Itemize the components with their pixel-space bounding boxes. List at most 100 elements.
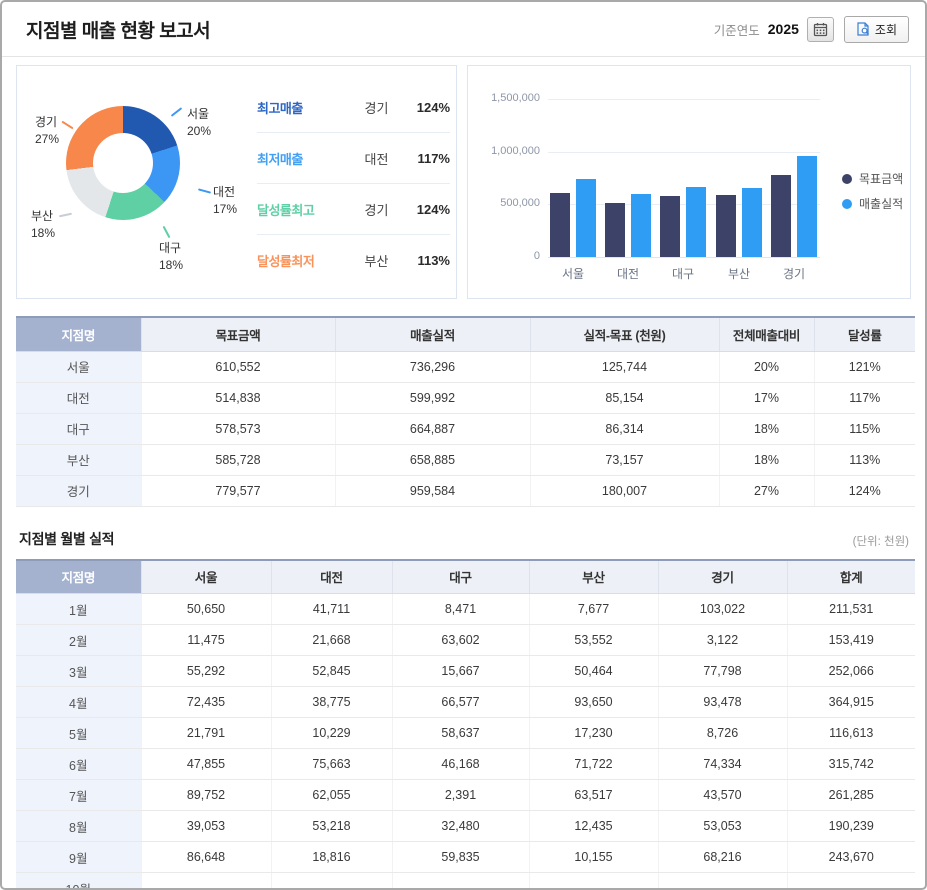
monthly-section-title: 지점별 월별 실적 [19,530,115,547]
cell: 21,791 [140,717,271,749]
page-title: 지점별 매출 현황 보고서 [26,20,211,42]
donut-label-gyeonggi: 경기 27% [35,115,60,146]
stat-label: 최고매출 [257,100,303,116]
cell: 124% [813,475,915,507]
cell: 68,216 [657,841,787,873]
cell: 8,726 [657,717,787,749]
cell: 17,230 [528,717,658,749]
table-row: 경기 779,577 959,584 180,007 27% 124% [16,475,915,507]
cell: 658,885 [334,444,530,476]
cell: 315,742 [786,748,915,780]
stat-value: 117% [417,150,450,166]
cell: 7,677 [528,593,658,625]
cell: 116,613 [786,717,915,749]
cell: 12,435 [528,810,658,842]
cell: 93,478 [657,686,787,718]
cell: 63,602 [391,624,529,656]
cell: 86,314 [529,413,719,445]
cell: 121% [813,351,915,383]
header-bar: 지점별 매출 현황 보고서 기준연도 2025 조회 [2,2,925,57]
table-header-row: 지점명 목표금액 매출실적 실적-목표 (천원) 전체매출대비 달성률 [16,316,915,352]
cell: 50,464 [528,655,658,687]
y-axis-tick-label: 500,000 [500,197,540,210]
donut-leader-line [61,120,74,130]
calendar-button[interactable] [806,16,834,42]
stats-list: 최고매출 경기 124% 최저매출 대전 117% 달성률최고 경기 124% … [257,82,450,286]
cell: 50,650 [140,593,271,625]
legend-item: 매출실적 [842,195,903,212]
column-header: 지점명 [16,558,141,594]
monthly-section-header: 지점별 월별 실적 (단위: 천원) [19,529,909,549]
cell: 736,296 [334,351,530,383]
x-axis-label: 서울 [561,267,585,281]
cell: 252,066 [786,655,915,687]
donut-leader-line [58,212,73,218]
search-button[interactable]: 조회 [843,15,909,43]
cell: 27% [718,475,814,507]
cell: 43,570 [657,779,787,811]
stat-region: 대전 [364,151,389,167]
calendar-icon [813,22,828,36]
row-header: 대구 [16,413,141,445]
cell: 261,285 [786,779,915,811]
table-row: 부산 585,728 658,885 73,157 18% 113% [16,444,915,476]
cell: 2,391 [391,779,529,811]
cell: 11,475 [140,624,271,656]
column-header: 경기 [657,558,787,594]
cell: 72,435 [140,686,271,718]
row-header: 4월 [16,686,141,718]
row-header: 9월 [16,841,141,873]
table-row: 7월 89,752 62,055 2,391 63,517 43,570 261,285 [16,779,915,811]
row-header: 부산 [16,444,141,476]
header-controls: 기준연도 2025 조회 [714,15,909,43]
cell: 38,775 [270,686,392,718]
stat-region: 경기 [364,202,389,218]
stat-row-min-sales: 최저매출 대전 117% [257,133,450,184]
row-header: 경기 [16,475,141,507]
donut-leader-line [170,107,183,117]
legend-label: 매출실적 [859,197,904,211]
cell: 59,835 [391,841,529,873]
table-row: 4월 72,435 38,775 66,577 93,650 93,478 364,915 [16,686,915,718]
cell: 55,292 [140,655,271,687]
x-axis-label: 대구 [671,267,695,281]
cell: 47,855 [140,748,271,780]
base-year-value: 2025 [767,21,799,37]
stat-label: 달성률최고 [257,202,315,218]
cell: 115% [813,413,915,445]
table-row: 8월 39,053 53,218 32,480 12,435 53,053 190,239 [16,810,915,842]
bar-매출실적-경기 [797,156,817,257]
table-row: 대전 514,838 599,992 85,154 17% 117% [16,382,915,414]
column-header: 달성률 [813,316,915,352]
y-axis-tick-label: 0 [533,250,540,262]
cell: 74,334 [657,748,787,780]
bar-목표금액-부산 [716,195,736,257]
stat-value: 113% [417,253,450,268]
cell: 93,650 [528,686,658,718]
stat-value: 124% [416,201,450,217]
cell: 63,517 [528,779,658,811]
bar-매출실적-부산 [742,188,762,257]
column-header: 서울 [140,558,271,594]
stat-label: 달성률최저 [257,254,315,269]
cell: 32,480 [391,810,529,842]
cell: 18% [718,444,814,476]
row-header: 2월 [16,624,141,656]
bar-목표금액-대전 [605,203,625,257]
column-header: 대구 [391,558,529,594]
search-button-label: 조회 [874,22,897,37]
gridline [548,151,820,153]
table-header-row: 지점명 서울 대전 대구 부산 경기 합계 [16,558,915,594]
row-header: 8월 [16,810,141,842]
cell: 8,471 [391,593,529,625]
cell: 103,022 [657,593,787,625]
cell: 53,218 [270,810,392,842]
table-row: 1월 50,650 41,711 8,471 7,677 103,022 211,531 [16,593,915,625]
bar-매출실적-대전 [631,194,651,257]
cell: 62,055 [270,779,392,811]
document-search-icon [857,22,869,36]
row-header: 1월 [16,593,141,625]
y-axis-tick-label: 1,500,000 [491,92,540,104]
donut-chart [66,106,180,220]
row-header: 7월 [16,779,141,811]
